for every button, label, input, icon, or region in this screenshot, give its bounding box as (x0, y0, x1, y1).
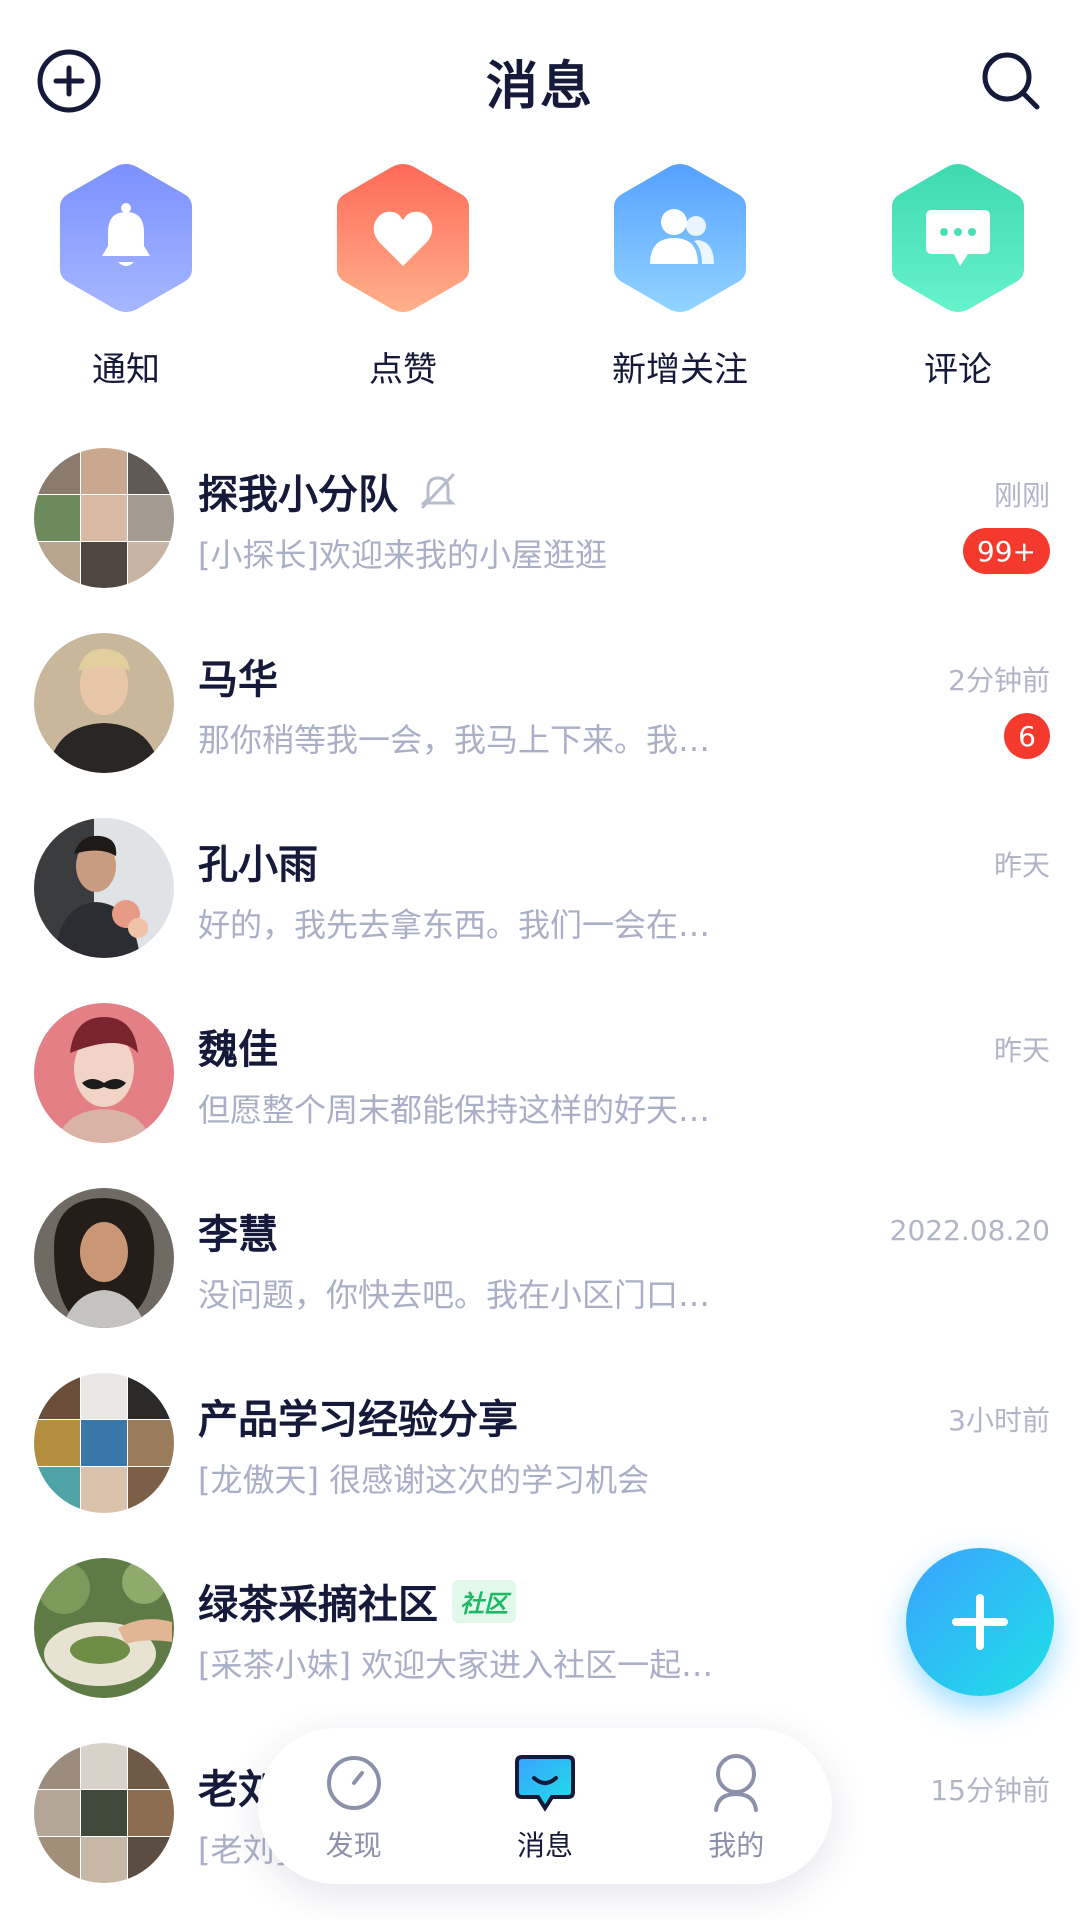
conversation-row[interactable]: 马华 那你稍等我一会，我马上下来。我… 2分钟前 6 (0, 625, 1080, 810)
avatar (34, 1003, 174, 1143)
conversation-row[interactable]: 探我小分队 [小探长]欢迎来我的小屋逛逛 刚刚 99+ (0, 440, 1080, 625)
conversation-preview: 好的，我先去拿东西。我们一会在… (198, 906, 711, 944)
conversation-preview: [龙傲天] 很感谢这次的学习机会 (198, 1461, 650, 1499)
comment-icon (926, 210, 990, 266)
avatar (34, 633, 174, 773)
conversation-time: 刚刚 (993, 479, 1050, 512)
conversation-name: 李慧 (198, 1212, 278, 1258)
plus-icon (952, 1594, 1008, 1650)
conversation-name: 马华 (198, 657, 278, 703)
group-avatar (34, 1373, 174, 1513)
tab-label: 消息 (516, 1829, 573, 1862)
shortcut-likes[interactable]: 点赞 (283, 160, 523, 391)
tab-label: 我的 (708, 1829, 765, 1862)
conversation-preview: [小探长]欢迎来我的小屋逛逛 (198, 536, 607, 574)
chat-icon (514, 1755, 575, 1812)
search-button[interactable] (970, 40, 1052, 122)
search-icon (982, 52, 1040, 110)
shortcut-bar: 通知 点赞 新增关注 评论 (0, 160, 1080, 410)
conversation-name: 孔小雨 (198, 842, 318, 888)
compose-fab[interactable] (906, 1548, 1054, 1696)
conversation-preview: [采茶小妹] 欢迎大家进入社区一起… (198, 1646, 714, 1684)
tab-label: 发现 (325, 1829, 382, 1862)
avatar (34, 818, 174, 958)
shortcut-label: 通知 (92, 350, 160, 390)
avatar (34, 1558, 174, 1698)
compass-icon (326, 1756, 381, 1810)
shortcut-new-followers[interactable]: 新增关注 (560, 160, 800, 391)
conversation-time: 昨天 (993, 1034, 1050, 1067)
mute-bell-icon (418, 471, 458, 511)
conversation-row[interactable]: 魏佳 但愿整个周末都能保持这样的好天… 昨天 (0, 995, 1080, 1180)
conversation-name: 产品学习经验分享 (198, 1397, 518, 1443)
conversation-preview: 没问题，你快去吧。我在小区门口… (198, 1276, 711, 1314)
conversation-name: 魏佳 (198, 1027, 278, 1073)
person-icon (714, 1754, 759, 1812)
conversation-name: 探我小分队 (198, 472, 398, 518)
unread-badge: 6 (1004, 713, 1050, 759)
shortcut-label: 新增关注 (612, 350, 748, 390)
unread-badge: 99+ (962, 528, 1050, 574)
conversation-time: 15分钟前 (930, 1774, 1050, 1807)
conversation-time: 2分钟前 (948, 664, 1050, 697)
avatar (34, 1188, 174, 1328)
conversation-time: 昨天 (993, 849, 1050, 882)
bottom-tab-bar: 发现 消息 我的 (258, 1728, 832, 1884)
tab-me[interactable]: 我的 (656, 1748, 816, 1864)
heart-icon (373, 211, 433, 266)
conversation-time: 2022.08.20 (889, 1214, 1050, 1247)
conversation-row[interactable]: 李慧 没问题，你快去吧。我在小区门口… 2022.08.20 (0, 1180, 1080, 1365)
page-title: 消息 (485, 57, 594, 117)
conversation-row[interactable]: 孔小雨 好的，我先去拿东西。我们一会在… 昨天 (0, 810, 1080, 995)
community-tag: 社区 (452, 1579, 516, 1623)
shortcut-comments[interactable]: 评论 (838, 160, 1078, 391)
group-avatar (34, 448, 174, 588)
tab-messages[interactable]: 消息 (465, 1748, 625, 1864)
conversation-preview: 那你稍等我一会，我马上下来。我… (198, 721, 711, 759)
conversation-preview: 但愿整个周末都能保持这样的好天… (198, 1091, 711, 1129)
users-icon (650, 209, 714, 264)
conversation-list: 探我小分队 [小探长]欢迎来我的小屋逛逛 刚刚 99+ 马华 那你稍等我一会，我… (0, 440, 1080, 1920)
shortcut-notifications[interactable]: 通知 (6, 160, 246, 391)
shortcut-label: 点赞 (369, 350, 437, 390)
conversation-time: 3小时前 (948, 1404, 1050, 1437)
group-avatar (34, 1743, 174, 1883)
conversation-name: 绿茶采摘社区 (198, 1582, 438, 1628)
header: 消息 (0, 0, 1080, 160)
bell-icon (102, 203, 150, 266)
shortcut-label: 评论 (924, 350, 992, 390)
tab-discover[interactable]: 发现 (274, 1748, 434, 1864)
conversation-row[interactable]: 产品学习经验分享 [龙傲天] 很感谢这次的学习机会 3小时前 (0, 1365, 1080, 1550)
